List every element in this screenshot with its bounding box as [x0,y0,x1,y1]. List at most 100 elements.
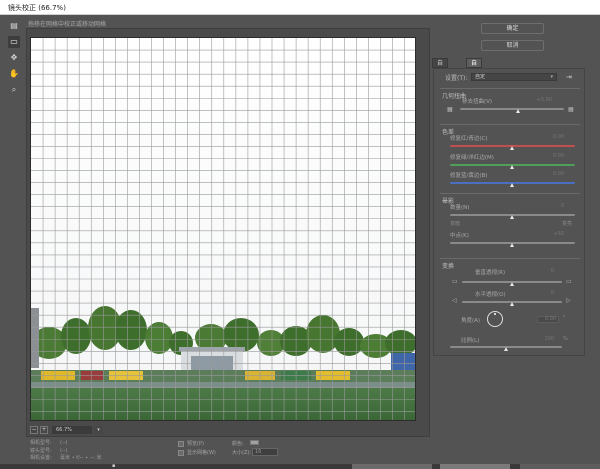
preview-checkbox[interactable] [178,440,184,447]
slider-thumb[interactable] [509,302,514,306]
vignette-amount-label: 数量(N) [450,205,470,211]
scale-slider[interactable] [450,346,562,352]
camera-info-label: 镜头型号: [30,447,52,454]
fix-blue-yellow-label: 修复蓝/黄边(B) [450,173,488,179]
remove-distortion-label: 移去扭曲(V) [462,99,493,105]
fix-red-cyan-label: 修复红/青边(C) [450,136,488,142]
fix-blue-yellow-value[interactable]: 0.00 [540,171,564,177]
settings-dropdown[interactable]: 自定 ▾ [471,73,557,81]
move-grid-icon[interactable]: ✥ [8,52,20,64]
vignette-lighten-label: 变亮 [562,221,573,227]
slider-thumb[interactable] [510,243,514,247]
slider-thumb[interactable] [515,109,520,113]
grid-size-label: 大小(Z): [232,450,252,456]
slider-thumb[interactable] [510,165,514,169]
vertical-perspective-icon-right: ▭ [566,278,572,285]
preview-label: 预览(P) [187,441,204,447]
vertical-perspective-value[interactable]: 0 [530,268,554,274]
camera-info-value: (--) [60,447,68,454]
vignette-midpoint-label: 中点(K) [450,233,469,239]
transform-title: 变换 [442,263,455,270]
fix-green-magenta-value[interactable]: 0.00 [540,153,564,159]
angle-dial[interactable] [487,311,503,327]
tab-custom[interactable]: 自定 [466,58,483,77]
grid-size-dropdown[interactable]: 16 [252,448,278,456]
angle-label: 角度(A) [461,318,481,324]
fix-red-cyan-slider[interactable] [450,145,575,151]
vertical-perspective-slider[interactable] [462,281,562,287]
show-grid-checkbox[interactable] [178,449,184,456]
fix-green-magenta-label: 修复绿/洋红边(M) [450,155,494,161]
background-thumbnail [520,464,600,469]
slider-thumb[interactable] [510,183,514,187]
window-titlebar[interactable]: 镜头校正 (66.7%) [0,0,600,15]
vignette-midpoint-slider[interactable] [450,242,575,248]
zoom-icon[interactable]: ⌕ [8,84,20,96]
ok-button[interactable]: 确定 [481,23,544,34]
vignette-darken-label: 变暗 [450,221,461,227]
vignette-amount-slider[interactable] [450,214,575,220]
slider-thumb[interactable] [510,146,514,150]
show-grid-label: 显示网格(W) [187,450,216,456]
slider-thumb[interactable] [510,215,514,219]
horizontal-perspective-icon: ◁ [452,297,457,304]
camera-info: 相机型号: (--) 镜头型号: (--) 相机设置: 毫米 ∙ f/-- ∙ --: 米 [30,440,102,463]
slider-thumb[interactable] [509,282,514,286]
vertical-perspective-icon: ▭ [452,278,458,285]
tool-hint: 拖移在网格中校正或移动网格 [28,21,107,28]
vignette-amount-value[interactable]: 0 [540,203,564,209]
fix-green-magenta-slider[interactable] [450,164,575,170]
background-thumbnail [440,464,510,469]
settings-label: 设置(T): [445,75,468,82]
zoom-dropdown[interactable]: ▾ [94,426,103,434]
settings-menu-icon[interactable]: ⇥ [566,73,572,81]
tool-palette: ▤ ▭ ✥ ✋ ⌕ [6,20,22,100]
hand-icon[interactable]: ✋ [8,68,20,80]
grid-color-swatch[interactable] [250,440,259,445]
window-title: 镜头校正 (66.7%) [8,4,66,12]
camera-info-value: (--) [60,440,68,446]
scale-label: 比例(L) [461,338,480,344]
camera-info-row: 镜头型号: (--) [30,448,102,456]
remove-distortion-slider[interactable] [460,108,564,114]
camera-info-label: 相机设置: [30,455,52,461]
camera-info-label: 相机型号: [30,440,52,446]
fix-blue-yellow-slider[interactable] [450,182,575,188]
horizontal-perspective-icon-right: ▷ [566,297,571,304]
camera-info-value: 毫米 ∙ f/-- ∙ --: 米 [60,455,102,461]
vertical-perspective-label: 垂直透视(R) [475,270,506,276]
tab-auto-correction[interactable]: 自动校正 [432,58,449,97]
camera-info-row: 相机型号: (--) [30,440,102,448]
cancel-button[interactable]: 取消 [481,40,544,51]
scale-unit: % [563,336,568,342]
slider-thumb[interactable] [503,347,508,351]
horizontal-perspective-label: 水平透视(O) [475,292,506,298]
preview-image [31,38,415,420]
remove-distortion-icon[interactable]: ▤ [8,20,20,32]
zoom-out-button[interactable]: − [30,426,38,434]
chevron-down-icon: ▾ [550,74,553,80]
fix-red-cyan-value[interactable]: 0.00 [540,134,564,140]
remove-distortion-value[interactable]: +5.00 [528,97,552,103]
angle-dial-marker [494,313,496,315]
horizontal-perspective-slider[interactable] [462,301,562,307]
vignette-midpoint-value[interactable]: +50 [540,231,564,237]
camera-info-row: 相机设置: 毫米 ∙ f/-- ∙ --: 米 [30,455,102,463]
grid-color-label: 颜色: [232,441,244,447]
angle-input[interactable]: 0.00 [537,316,559,323]
background-strip: ▪ [0,463,600,469]
zoom-level: 66.7% [52,426,92,434]
preview-canvas[interactable] [30,37,416,421]
horizontal-perspective-value[interactable]: 0 [530,290,554,296]
geometry-group: 几何扭曲 [440,88,580,120]
slider-track [460,108,564,110]
settings-value: 自定 [475,74,486,80]
scale-value[interactable]: 100 [530,336,554,342]
angle-unit: ° [563,315,566,321]
pincushion-icon: ▦ [447,106,453,113]
background-thumbnail [352,464,432,469]
zoom-in-button[interactable]: + [40,426,48,434]
background-text-fragment: ▪ [112,463,116,469]
barrel-icon: ▦ [568,106,574,113]
straighten-icon[interactable]: ▭ [8,36,20,48]
